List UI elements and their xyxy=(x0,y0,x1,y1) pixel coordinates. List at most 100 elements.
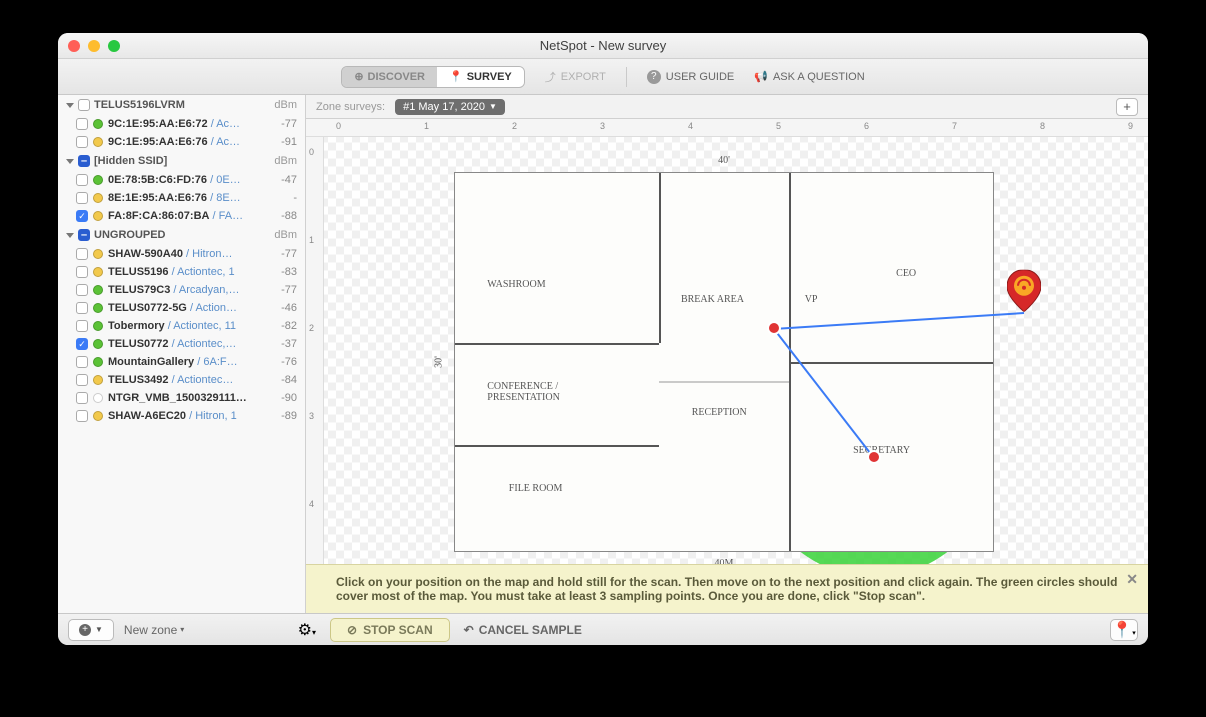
ask-question-button[interactable]: 📢 ASK A QUESTION xyxy=(754,70,864,83)
wall xyxy=(659,381,788,383)
network-row[interactable]: TELUS5196 / Actiontec, 1 -83 xyxy=(58,263,305,281)
network-row[interactable]: 9C:1E:95:AA:E6:76 / Ac… -91 xyxy=(58,133,305,151)
signal-indicator-icon xyxy=(93,375,103,385)
wall xyxy=(455,445,659,447)
zone-bar: Zone surveys: #1 May 17, 2020 ▼ + xyxy=(306,95,1148,119)
network-row[interactable]: TELUS79C3 / Arcadyan,… -77 xyxy=(58,281,305,299)
dbm-value: -82 xyxy=(267,320,297,332)
sample-point[interactable] xyxy=(867,450,881,464)
room-break: BREAK AREA xyxy=(681,294,744,305)
cancel-sample-button[interactable]: ↶ CANCEL SAMPLE xyxy=(464,623,582,637)
hint-close-button[interactable]: ✕ xyxy=(1126,571,1138,588)
network-checkbox[interactable] xyxy=(76,174,88,186)
wall xyxy=(455,343,659,345)
help-icon: ? xyxy=(647,70,661,84)
network-group-header[interactable]: [Hidden SSID] dBm xyxy=(58,151,305,171)
ruler-tick: 2 xyxy=(512,121,517,131)
network-row[interactable]: MountainGallery / 6A:F… -76 xyxy=(58,353,305,371)
network-checkbox[interactable] xyxy=(76,410,88,422)
network-checkbox[interactable] xyxy=(76,356,88,368)
room-washroom: WASHROOM xyxy=(487,279,545,290)
network-checkbox[interactable] xyxy=(76,136,88,148)
network-checkbox[interactable] xyxy=(76,338,88,350)
ruler-tick: 3 xyxy=(600,121,605,131)
gear-icon[interactable]: ⚙▾ xyxy=(298,620,316,640)
network-checkbox[interactable] xyxy=(76,118,88,130)
window-minimize-button[interactable] xyxy=(88,40,100,52)
crosshair-icon: ⊕ xyxy=(354,70,363,83)
export-button[interactable]: ⤴ EXPORT xyxy=(545,69,606,85)
stop-scan-button[interactable]: ⊘ STOP SCAN xyxy=(330,618,450,642)
network-group-header[interactable]: TELUS5196LVRM dBm xyxy=(58,95,305,115)
network-label: 9C:1E:95:AA:E6:76 / Ac… xyxy=(108,136,262,148)
statusbar: + ▼ New zone ▾ ⚙▾ ⊘ STOP SCAN ↶ CANCEL S… xyxy=(58,613,1148,645)
stop-icon: ⊘ xyxy=(347,623,357,637)
group-checkbox[interactable] xyxy=(78,99,90,111)
network-row[interactable]: TELUS0772-5G / Action… -46 xyxy=(58,299,305,317)
add-zone-button[interactable]: + xyxy=(1116,98,1138,116)
network-checkbox[interactable] xyxy=(76,210,88,222)
chevron-down-icon: ▾ xyxy=(180,625,184,634)
hint-text: Click on your position on the map and ho… xyxy=(336,575,1117,603)
network-row[interactable]: 8E:1E:95:AA:E6:76 / 8E… - xyxy=(58,189,305,207)
discover-tab[interactable]: ⊕ DISCOVER xyxy=(342,67,437,87)
network-row[interactable]: SHAW-A6EC20 / Hitron, 1 -89 xyxy=(58,407,305,425)
network-row[interactable]: 9C:1E:95:AA:E6:72 / Ac… -77 xyxy=(58,115,305,133)
caret-down-icon xyxy=(66,233,74,238)
dbm-value: -46 xyxy=(267,302,297,314)
network-row[interactable]: Tobermory / Actiontec, 11 -82 xyxy=(58,317,305,335)
user-guide-button[interactable]: ? USER GUIDE xyxy=(647,70,734,84)
network-checkbox[interactable] xyxy=(76,284,88,296)
dbm-header: dBm xyxy=(274,99,297,111)
access-point-marker[interactable] xyxy=(1007,270,1041,317)
ruler-tick: 4 xyxy=(309,499,314,509)
room-vp: VP xyxy=(805,294,818,305)
survey-canvas[interactable]: 40' 30' 40m WASHROOM BREAK AREA VP xyxy=(324,137,1148,564)
ruler-tick: 9 xyxy=(1128,121,1133,131)
network-row[interactable]: SHAW-590A40 / Hitron… -77 xyxy=(58,245,305,263)
separator xyxy=(626,67,627,87)
dbm-value: -77 xyxy=(267,118,297,130)
network-checkbox[interactable] xyxy=(76,374,88,386)
dim-side: 30' xyxy=(433,356,444,368)
network-checkbox[interactable] xyxy=(76,320,88,332)
network-checkbox[interactable] xyxy=(76,192,88,204)
network-checkbox[interactable] xyxy=(76,302,88,314)
network-row[interactable]: FA:8F:CA:86:07:BA / FA… -88 xyxy=(58,207,305,225)
network-row[interactable]: TELUS3492 / Actiontec… -84 xyxy=(58,371,305,389)
network-row[interactable]: 0E:78:5B:C6:FD:76 / 0E… -47 xyxy=(58,171,305,189)
add-menu-button[interactable]: + ▼ xyxy=(68,619,114,641)
network-label: 0E:78:5B:C6:FD:76 / 0E… xyxy=(108,174,262,186)
zone-survey-dropdown[interactable]: #1 May 17, 2020 ▼ xyxy=(395,99,505,115)
group-checkbox[interactable] xyxy=(78,155,90,167)
new-zone-dropdown[interactable]: New zone ▾ xyxy=(124,623,184,637)
network-label: Tobermory / Actiontec, 11 xyxy=(108,320,262,332)
signal-indicator-icon xyxy=(93,267,103,277)
ruler-tick: 4 xyxy=(688,121,693,131)
sample-point[interactable] xyxy=(767,321,781,335)
titlebar: NetSpot - New survey xyxy=(58,33,1148,59)
dbm-value: -77 xyxy=(267,284,297,296)
group-name: TELUS5196LVRM xyxy=(94,99,185,111)
network-checkbox[interactable] xyxy=(76,392,88,404)
group-name: UNGROUPED xyxy=(94,229,166,241)
export-label: EXPORT xyxy=(561,71,606,83)
network-group-header[interactable]: UNGROUPED dBm xyxy=(58,225,305,245)
export-icon: ⤴ xyxy=(545,69,556,85)
network-row[interactable]: NTGR_VMB_1500329111… -90 xyxy=(58,389,305,407)
network-row[interactable]: TELUS0772 / Actiontec,… -37 xyxy=(58,335,305,353)
group-checkbox[interactable] xyxy=(78,229,90,241)
window-maximize-button[interactable] xyxy=(108,40,120,52)
pin-mode-button[interactable]: 📍▾ xyxy=(1110,619,1138,641)
signal-indicator-icon xyxy=(93,119,103,129)
ruler-tick: 5 xyxy=(776,121,781,131)
dbm-value: -88 xyxy=(267,210,297,222)
ruler-tick: 3 xyxy=(309,411,314,421)
ask-label: ASK A QUESTION xyxy=(773,71,865,83)
survey-tab[interactable]: 📍 SURVEY xyxy=(437,67,524,87)
window-close-button[interactable] xyxy=(68,40,80,52)
signal-indicator-icon xyxy=(93,303,103,313)
network-label: TELUS79C3 / Arcadyan,… xyxy=(108,284,262,296)
network-checkbox[interactable] xyxy=(76,248,88,260)
network-checkbox[interactable] xyxy=(76,266,88,278)
